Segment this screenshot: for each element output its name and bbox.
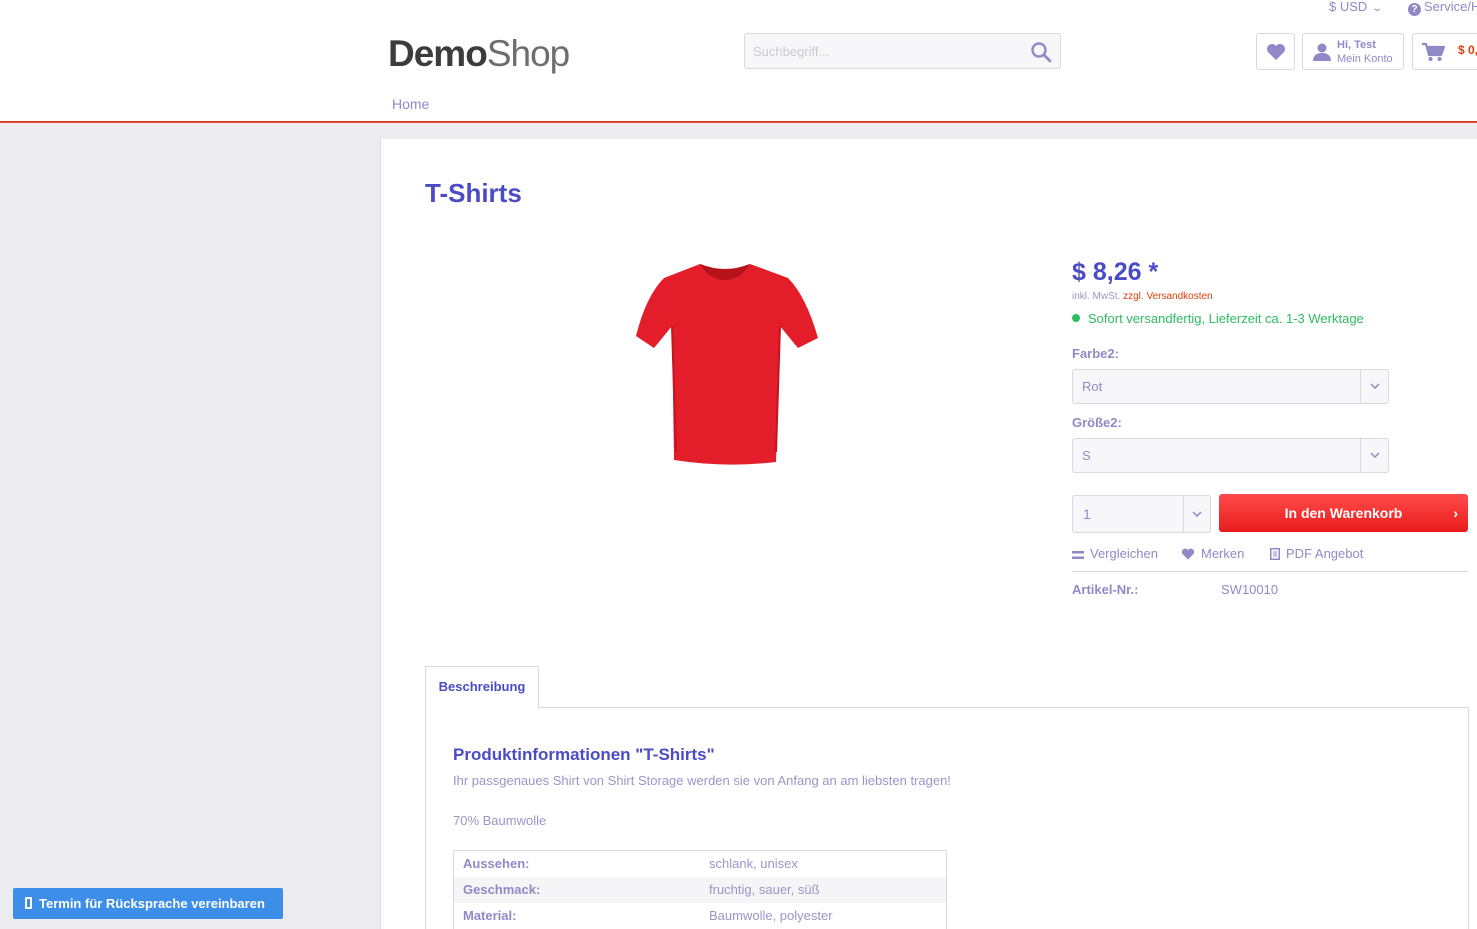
color-select[interactable]: Rot xyxy=(1072,369,1389,404)
property-value: schlank, unisex xyxy=(709,856,798,871)
article-number-value: SW10010 xyxy=(1221,582,1279,597)
property-key: Geschmack: xyxy=(463,882,541,897)
product-info-title: Produktinformationen "T-Shirts" xyxy=(453,745,715,764)
appointment-label: Termin für Rücksprache vereinbaren xyxy=(39,896,265,911)
remember-label: Merken xyxy=(1201,546,1245,561)
remember-link[interactable]: Merken xyxy=(1181,546,1244,561)
appointment-button[interactable]: Termin für Rücksprache vereinbaren xyxy=(13,888,283,919)
size-option-label: Größe2: xyxy=(1072,415,1122,430)
pdf-offer-link[interactable]: PDF Angebot xyxy=(1270,546,1363,561)
logo-shop-text: Shop xyxy=(486,33,570,74)
product-price: $ 8,26 * xyxy=(1072,258,1159,286)
compare-link[interactable]: Vergleichen xyxy=(1072,546,1158,561)
add-to-cart-button[interactable]: In den Warenkorb › xyxy=(1219,494,1468,532)
currency-label: $ USD xyxy=(1329,0,1368,14)
divider xyxy=(1072,571,1468,572)
cart-icon xyxy=(1422,42,1445,61)
status-dot-icon xyxy=(1072,314,1080,322)
table-row: Aussehen: schlank, unisex xyxy=(454,851,946,877)
document-icon xyxy=(1270,548,1280,560)
chevron-down-icon xyxy=(1360,370,1388,403)
tax-prefix: inkl. MwSt. xyxy=(1072,291,1121,302)
heart-icon xyxy=(1267,44,1285,60)
currency-switcher[interactable]: $ USD ⌄ xyxy=(1329,0,1384,16)
size-select-value: S xyxy=(1082,448,1091,463)
user-icon xyxy=(1313,43,1331,61)
shop-logo[interactable]: DemoShop xyxy=(388,33,570,74)
quantity-value: 1 xyxy=(1083,506,1091,522)
compare-label: Vergleichen xyxy=(1090,546,1158,561)
chevron-right-icon: › xyxy=(1453,505,1458,521)
tax-info: inkl. MwSt. zzgl. Versandkosten xyxy=(1072,291,1213,302)
pdf-offer-label: PDF Angebot xyxy=(1286,546,1364,561)
cart-button[interactable]: $ 0,00 * xyxy=(1412,33,1477,70)
property-key: Aussehen: xyxy=(463,856,530,871)
heart-icon xyxy=(1181,548,1195,560)
account-label: Mein Konto xyxy=(1337,53,1393,65)
wishlist-button[interactable] xyxy=(1256,33,1295,70)
chevron-down-icon: ⌄ xyxy=(1371,3,1384,14)
table-row: Material: Baumwolle, polyester xyxy=(454,903,946,929)
chevron-down-icon xyxy=(1183,496,1210,532)
service-menu[interactable]: ?Service/Hilfe xyxy=(1408,0,1477,16)
nav-home-link[interactable]: Home xyxy=(392,96,429,112)
add-to-cart-label: In den Warenkorb xyxy=(1284,505,1403,521)
product-image[interactable] xyxy=(628,256,823,468)
cart-amount: $ 0,00 * xyxy=(1458,43,1477,57)
site-header: $ USD⌄ ?Service/Hilfe DemoShop Suchbegri… xyxy=(0,0,1477,123)
account-greeting: Hi, Test xyxy=(1337,39,1376,51)
color-option-label: Farbe2: xyxy=(1072,346,1119,361)
search-placeholder: Suchbegriff... xyxy=(753,44,830,59)
tab-description[interactable]: Beschreibung xyxy=(425,666,539,709)
phone-icon xyxy=(25,897,32,909)
product-material-text: 70% Baumwolle xyxy=(453,813,547,828)
service-label: Service/Hilfe xyxy=(1424,0,1477,14)
delivery-text: Sofort versandfertig, Lieferzeit ca. 1-3… xyxy=(1088,311,1364,326)
table-row: Geschmack: fruchtig, sauer, süß xyxy=(454,877,946,903)
properties-table: Aussehen: schlank, unisex Geschmack: fru… xyxy=(453,850,947,929)
property-value: fruchtig, sauer, süß xyxy=(709,882,820,897)
logo-demo-text: Demo xyxy=(388,33,488,74)
account-button[interactable]: Hi, Test Mein Konto xyxy=(1302,33,1404,70)
chevron-down-icon xyxy=(1360,439,1388,472)
color-select-value: Rot xyxy=(1082,379,1103,394)
property-key: Material: xyxy=(463,908,517,923)
property-value: Baumwolle, polyester xyxy=(709,908,833,923)
product-title: T-Shirts xyxy=(425,178,522,208)
shipping-cost-link[interactable]: zzgl. Versandkosten xyxy=(1123,291,1213,302)
compare-icon xyxy=(1072,551,1084,559)
article-number-label: Artikel-Nr.: xyxy=(1072,582,1139,597)
delivery-status: Sofort versandfertig, Lieferzeit ca. 1-3… xyxy=(1072,311,1364,326)
question-icon: ? xyxy=(1408,3,1421,16)
search-field[interactable]: Suchbegriff... xyxy=(744,33,1061,69)
quantity-select[interactable]: 1 xyxy=(1072,495,1211,533)
product-info-text: Ihr passgenaues Shirt von Shirt Storage … xyxy=(453,773,951,788)
size-select[interactable]: S xyxy=(1072,438,1389,473)
search-icon[interactable] xyxy=(1030,41,1052,63)
